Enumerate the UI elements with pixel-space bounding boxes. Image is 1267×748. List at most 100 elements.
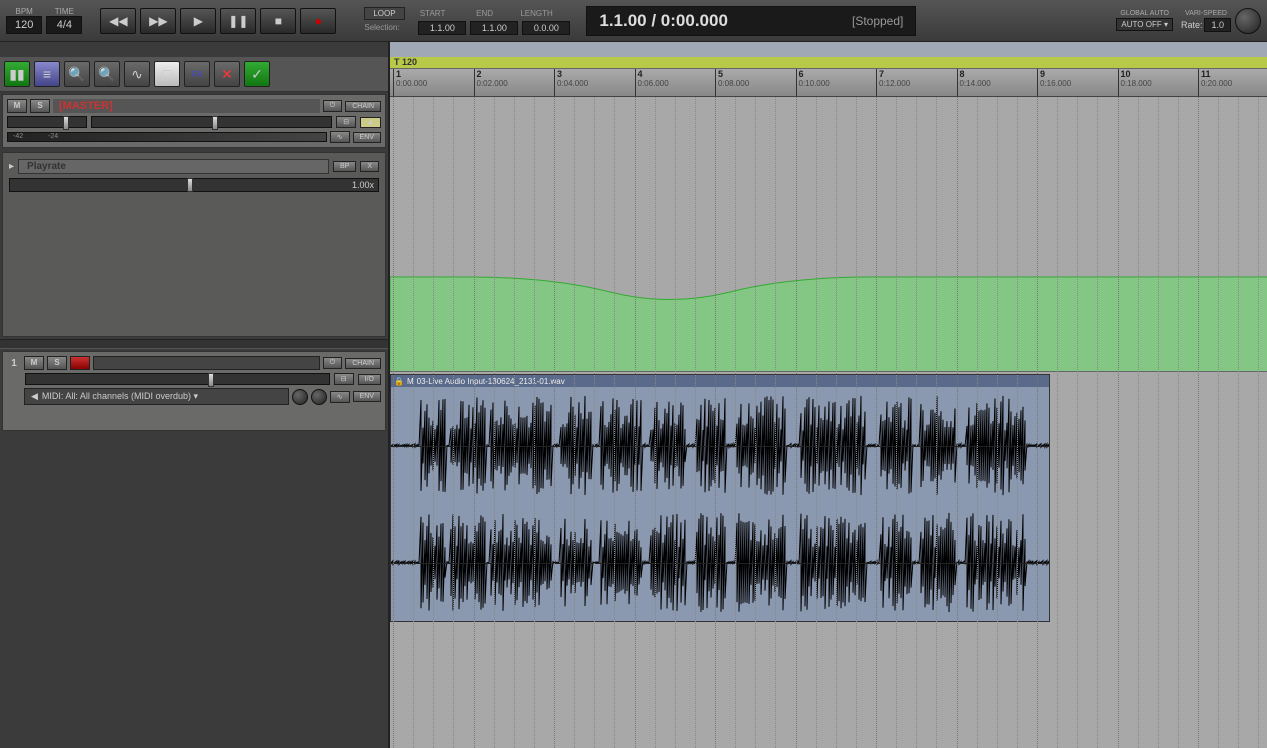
master-pan-fader[interactable] xyxy=(91,116,332,128)
track-number: 1 xyxy=(7,358,21,369)
record-button[interactable]: ● xyxy=(300,8,336,34)
track1-monitor-knob[interactable] xyxy=(292,389,308,405)
track1-name-field[interactable] xyxy=(93,356,320,370)
track1-io-button[interactable]: I/O xyxy=(358,374,381,385)
play-button[interactable]: ▶ xyxy=(180,8,216,34)
playrate-close-button[interactable]: X xyxy=(360,161,379,172)
master-solo-button[interactable]: S xyxy=(30,99,50,113)
zoom-out-icon[interactable]: 🔍 xyxy=(94,61,120,87)
master-env-button[interactable]: ENV xyxy=(353,132,381,143)
arrange-view: T 120 10:00.000 20:02.000 30:04.000 40:06.0… xyxy=(390,42,1267,748)
master-scale: -42 -24 xyxy=(7,132,327,142)
meters-icon[interactable]: ▮▮ xyxy=(4,61,30,87)
bpm-box[interactable]: BPM 120 xyxy=(6,7,42,34)
tempo-marker[interactable]: T 120 xyxy=(394,57,417,67)
master-track-header[interactable]: M S [MASTER] ⏻ CHAIN ⊟ ▲ -42 -24 ∿ ENV xyxy=(2,94,386,148)
tracks-area[interactable]: 🔒 M 03-Live Audio Input-130624_2131-01.w… xyxy=(390,97,1267,748)
grid-line xyxy=(715,97,716,748)
track1-solo-button[interactable]: S xyxy=(47,356,67,370)
end-label: END xyxy=(461,9,509,18)
track1-chain-button[interactable]: CHAIN xyxy=(345,358,381,369)
panel-divider[interactable] xyxy=(0,339,388,349)
bpm-value[interactable]: 120 xyxy=(6,16,42,34)
grid-line xyxy=(635,97,636,748)
master-mono-button[interactable]: ▲ xyxy=(360,117,381,128)
playrate-bypass-button[interactable]: BP xyxy=(333,161,356,172)
playrate-envelope-panel: ▸ Playrate BP X 1.00x xyxy=(2,152,386,337)
varispeed-knob[interactable] xyxy=(1235,8,1261,34)
ruler-bar-6[interactable]: 60:10.000 xyxy=(796,69,830,96)
track-control-panel: ▮▮ ≡ 🔍 🔍 ∿ ▢ FX ✕ ✓ M S [MASTER] ⏻ CHAIN… xyxy=(0,42,390,748)
length-label: LENGTH xyxy=(513,9,561,18)
master-stereo-button[interactable]: ⊟ xyxy=(336,116,356,128)
tempo-strip[interactable]: T 120 xyxy=(390,57,1267,69)
comment-icon[interactable]: ▢ xyxy=(154,61,180,87)
ruler-bar-3[interactable]: 30:04.000 xyxy=(554,69,588,96)
mixer-icon[interactable]: ≡ xyxy=(34,61,60,87)
grid-line xyxy=(1198,97,1199,748)
track1-phase-button[interactable]: ⊟ xyxy=(334,373,354,385)
ruler-bar-5[interactable]: 50:08.000 xyxy=(715,69,749,96)
timeline-ruler[interactable]: 10:00.000 20:02.000 30:04.000 40:06.000 50:0… xyxy=(390,69,1267,97)
ruler-bar-9[interactable]: 90:16.000 xyxy=(1037,69,1071,96)
master-power-button[interactable]: ⏻ xyxy=(323,100,343,112)
envelope-curve[interactable] xyxy=(390,97,1267,371)
master-automation-lane[interactable] xyxy=(390,97,1267,372)
track1-midi-input[interactable]: ◀ MIDI: All: All channels (MIDI overdub)… xyxy=(24,388,289,405)
ruler-bar-8[interactable]: 80:14.000 xyxy=(957,69,991,96)
fx-icon[interactable]: FX xyxy=(184,61,210,87)
selection-start[interactable]: 1.1.00 xyxy=(418,21,466,35)
selection-end[interactable]: 1.1.00 xyxy=(470,21,518,35)
master-name: [MASTER] xyxy=(53,99,320,113)
playrate-slider[interactable]: 1.00x xyxy=(9,178,379,192)
rate-label: Rate: xyxy=(1181,20,1203,30)
track1-record-arm-button[interactable] xyxy=(70,356,90,370)
master-chain-button[interactable]: CHAIN xyxy=(345,101,381,112)
grid-line xyxy=(474,97,475,748)
rewind-start-button[interactable]: ◀◀ xyxy=(100,8,136,34)
rate-value[interactable]: 1.0 xyxy=(1204,18,1231,32)
track1-env-icon[interactable]: ∿ xyxy=(330,391,350,403)
ruler-bar-2[interactable]: 20:02.000 xyxy=(474,69,508,96)
check-icon[interactable]: ✓ xyxy=(244,61,270,87)
ruler-bar-11[interactable]: 110:20.000 xyxy=(1198,69,1232,96)
audio-clip[interactable]: 🔒 M 03-Live Audio Input-130624_2131-01.w… xyxy=(390,374,1050,622)
track-1-header[interactable]: 1 M S ⏻ CHAIN ⊟ I/O ◀ MIDI: All: All cha… xyxy=(2,351,386,431)
global-automation[interactable]: GLOBAL AUTO AUTO OFF ▾ xyxy=(1116,10,1173,31)
midi-icon: ◀ xyxy=(31,391,38,402)
grid-line xyxy=(1037,97,1038,748)
playrate-value: 1.00x xyxy=(352,180,374,190)
waveform-left xyxy=(391,387,1049,504)
transport-status: [Stopped] xyxy=(852,14,903,28)
track1-env-button[interactable]: ENV xyxy=(353,391,381,402)
loop-button[interactable]: LOOP xyxy=(364,7,404,20)
pause-button[interactable]: ❚❚ xyxy=(220,8,256,34)
track1-pan-knob[interactable] xyxy=(311,389,327,405)
timesig-box[interactable]: TIME 4/4 xyxy=(46,7,82,34)
track1-fader[interactable] xyxy=(25,373,330,385)
forward-end-button[interactable]: ▶▶ xyxy=(140,8,176,34)
zoom-in-icon[interactable]: 🔍 xyxy=(64,61,90,87)
ruler-bar-10[interactable]: 100:18.000 xyxy=(1118,69,1152,96)
timesig-value[interactable]: 4/4 xyxy=(46,16,82,34)
track1-power-button[interactable]: ⏻ xyxy=(323,357,343,369)
global-auto-value[interactable]: AUTO OFF ▾ xyxy=(1116,18,1173,31)
grid-line xyxy=(554,97,555,748)
transport-position: 1.1.00 / 0:00.000 xyxy=(599,11,728,31)
close-red-icon[interactable]: ✕ xyxy=(214,61,240,87)
ruler-bar-4[interactable]: 40:06.000 xyxy=(635,69,669,96)
master-mute-button[interactable]: M xyxy=(7,99,27,113)
playrate-chevron-icon[interactable]: ▸ xyxy=(9,161,14,172)
track1-lane[interactable]: 🔒 M 03-Live Audio Input-130624_2131-01.w… xyxy=(390,372,1267,627)
varispeed-label: VARI-SPEED xyxy=(1185,10,1227,17)
track1-mute-button[interactable]: M xyxy=(24,356,44,370)
ruler-bar-1[interactable]: 10:00.000 xyxy=(393,69,427,96)
clip-lock-icon[interactable]: 🔒 xyxy=(394,377,404,386)
grid-line xyxy=(957,97,958,748)
master-env-icon[interactable]: ∿ xyxy=(330,131,350,143)
track1-midi-label: MIDI: All: All channels (MIDI overdub) ▾ xyxy=(42,391,198,402)
ruler-bar-7[interactable]: 70:12.000 xyxy=(876,69,910,96)
waveform-icon[interactable]: ∿ xyxy=(124,61,150,87)
stop-button[interactable]: ■ xyxy=(260,8,296,34)
selection-length[interactable]: 0.0.00 xyxy=(522,21,570,35)
